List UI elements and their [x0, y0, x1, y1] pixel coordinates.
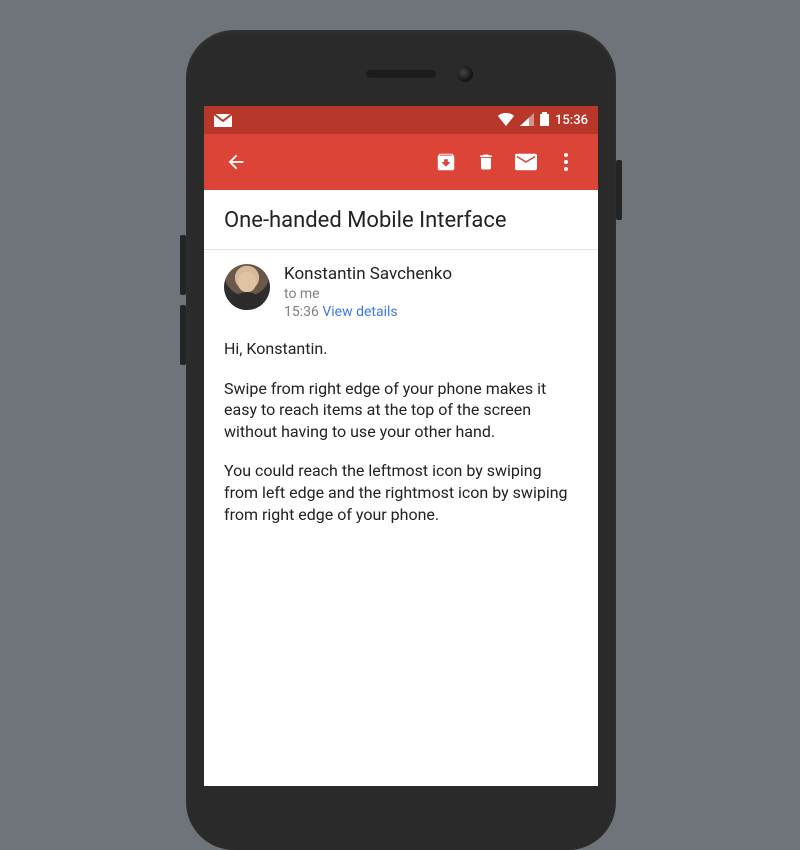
body-paragraph: You could reach the leftmost icon by swi…: [224, 460, 578, 525]
battery-icon: [540, 111, 549, 130]
phone-frame: 15:36 One-handed Mobile Interface: [186, 30, 616, 850]
delete-button[interactable]: [466, 142, 506, 182]
phone-speaker: [366, 70, 436, 78]
email-subject: One-handed Mobile Interface: [204, 190, 598, 250]
body-paragraph: Hi, Konstantin.: [224, 338, 578, 360]
email-body: Hi, Konstantin. Swipe from right edge of…: [204, 328, 598, 563]
phone-camera: [457, 66, 473, 82]
back-button[interactable]: [216, 142, 256, 182]
sender-name: Konstantin Savchenko: [284, 264, 452, 284]
status-time: 15:36: [555, 113, 588, 128]
gmail-notification-icon: [214, 114, 232, 127]
archive-button[interactable]: [426, 142, 466, 182]
phone-screen: 15:36 One-handed Mobile Interface: [204, 106, 598, 786]
overflow-menu-button[interactable]: [546, 142, 586, 182]
mark-unread-button[interactable]: [506, 142, 546, 182]
volume-up-button[interactable]: [180, 235, 186, 295]
status-bar: 15:36: [204, 106, 598, 134]
view-details-link[interactable]: View details: [322, 304, 397, 320]
email-time: 15:36: [284, 304, 319, 320]
cell-signal-icon: [520, 111, 534, 130]
sender-to: to me: [284, 286, 452, 302]
power-button[interactable]: [616, 160, 622, 220]
body-paragraph: Swipe from right edge of your phone make…: [224, 378, 578, 443]
toolbar: [204, 134, 598, 190]
wifi-icon: [498, 111, 514, 130]
volume-down-button[interactable]: [180, 305, 186, 365]
avatar[interactable]: [224, 264, 270, 310]
sender-row: Konstantin Savchenko to me 15:36 View de…: [204, 250, 598, 328]
